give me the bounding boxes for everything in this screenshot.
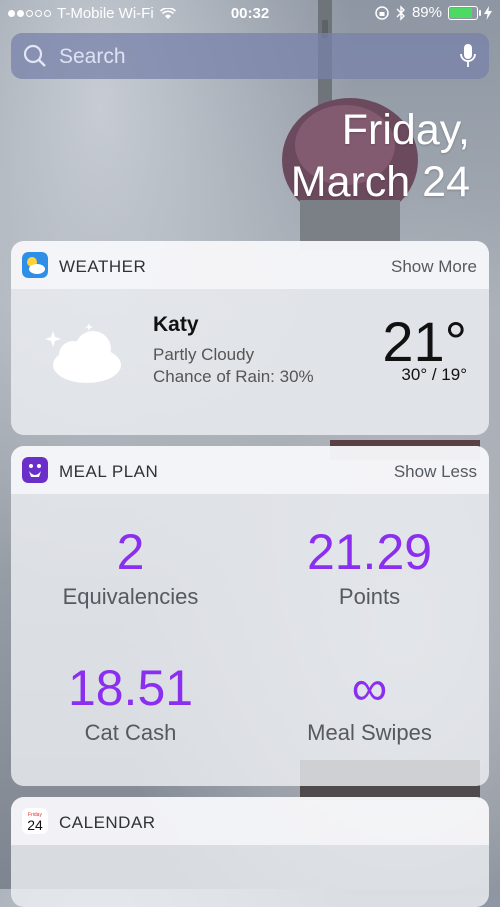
battery-percent: 89%: [411, 4, 442, 21]
weather-city: Katy: [153, 313, 199, 336]
date-weekday: Friday,: [341, 106, 470, 154]
weather-rain-chance: Chance of Rain: 30%: [153, 367, 314, 386]
meal-plan-show-less-button[interactable]: Show Less: [394, 462, 477, 482]
meal-plan-widget-header: MEAL PLAN Show Less: [11, 446, 489, 494]
charging-bolt-icon: [484, 5, 492, 20]
calendar-icon-day: 24: [27, 817, 43, 833]
search-placeholder: Search: [59, 45, 126, 68]
date-display: Friday, March 24: [170, 104, 470, 208]
calendar-app-icon: Friday 24: [22, 808, 48, 834]
calendar-widget-title: CALENDAR: [59, 813, 156, 832]
partly-cloudy-night-icon: [45, 317, 131, 383]
meal-stat-points: 21.29 Points: [250, 524, 489, 610]
weather-condition: Partly Cloudy: [153, 345, 255, 364]
bluetooth-icon: [396, 4, 405, 21]
meal-stat-label: Points: [338, 584, 401, 609]
weather-app-icon: [22, 252, 48, 278]
meal-plan-widget[interactable]: MEAL PLAN Show Less 2 Equivalencies 21.2…: [11, 446, 489, 786]
meal-plan-app-icon: [22, 457, 48, 483]
meal-stat-label: Meal Swipes: [307, 720, 432, 745]
meal-stat-value: 18.51: [67, 660, 194, 716]
meal-stat-value: 2: [116, 524, 145, 580]
calendar-widget-header: Friday 24 CALENDAR: [11, 797, 489, 845]
calendar-widget[interactable]: Friday 24 CALENDAR: [11, 797, 489, 907]
meal-stat-value: ∞: [351, 660, 388, 716]
date-day: March 24: [290, 158, 470, 206]
weather-widget[interactable]: WEATHER Show More Katy Partly Cloudy Cha…: [11, 241, 489, 435]
meal-stat-label: Cat Cash: [84, 720, 177, 745]
battery-icon: [448, 5, 481, 20]
weather-high-low: 30° / 19°: [401, 365, 467, 384]
meal-stat-cat-cash: 18.51 Cat Cash: [11, 660, 250, 746]
meal-stat-value: 21.29: [306, 524, 433, 580]
meal-stat-meal-swipes: ∞ Meal Swipes: [250, 660, 489, 746]
status-bar: T-Mobile Wi-Fi 00:32 89%: [0, 0, 500, 28]
weather-show-more-button[interactable]: Show More: [391, 257, 477, 277]
meal-stat-equivalencies: 2 Equivalencies: [11, 524, 250, 610]
rotation-lock-icon: [375, 5, 389, 20]
search-bar[interactable]: Search: [11, 33, 489, 79]
search-icon: [23, 44, 46, 67]
microphone-icon[interactable]: [459, 43, 477, 69]
meal-stat-label: Equivalencies: [62, 584, 199, 609]
weather-widget-title: WEATHER: [59, 257, 147, 276]
meal-plan-widget-title: MEAL PLAN: [59, 462, 159, 481]
weather-widget-header: WEATHER Show More: [11, 241, 489, 289]
